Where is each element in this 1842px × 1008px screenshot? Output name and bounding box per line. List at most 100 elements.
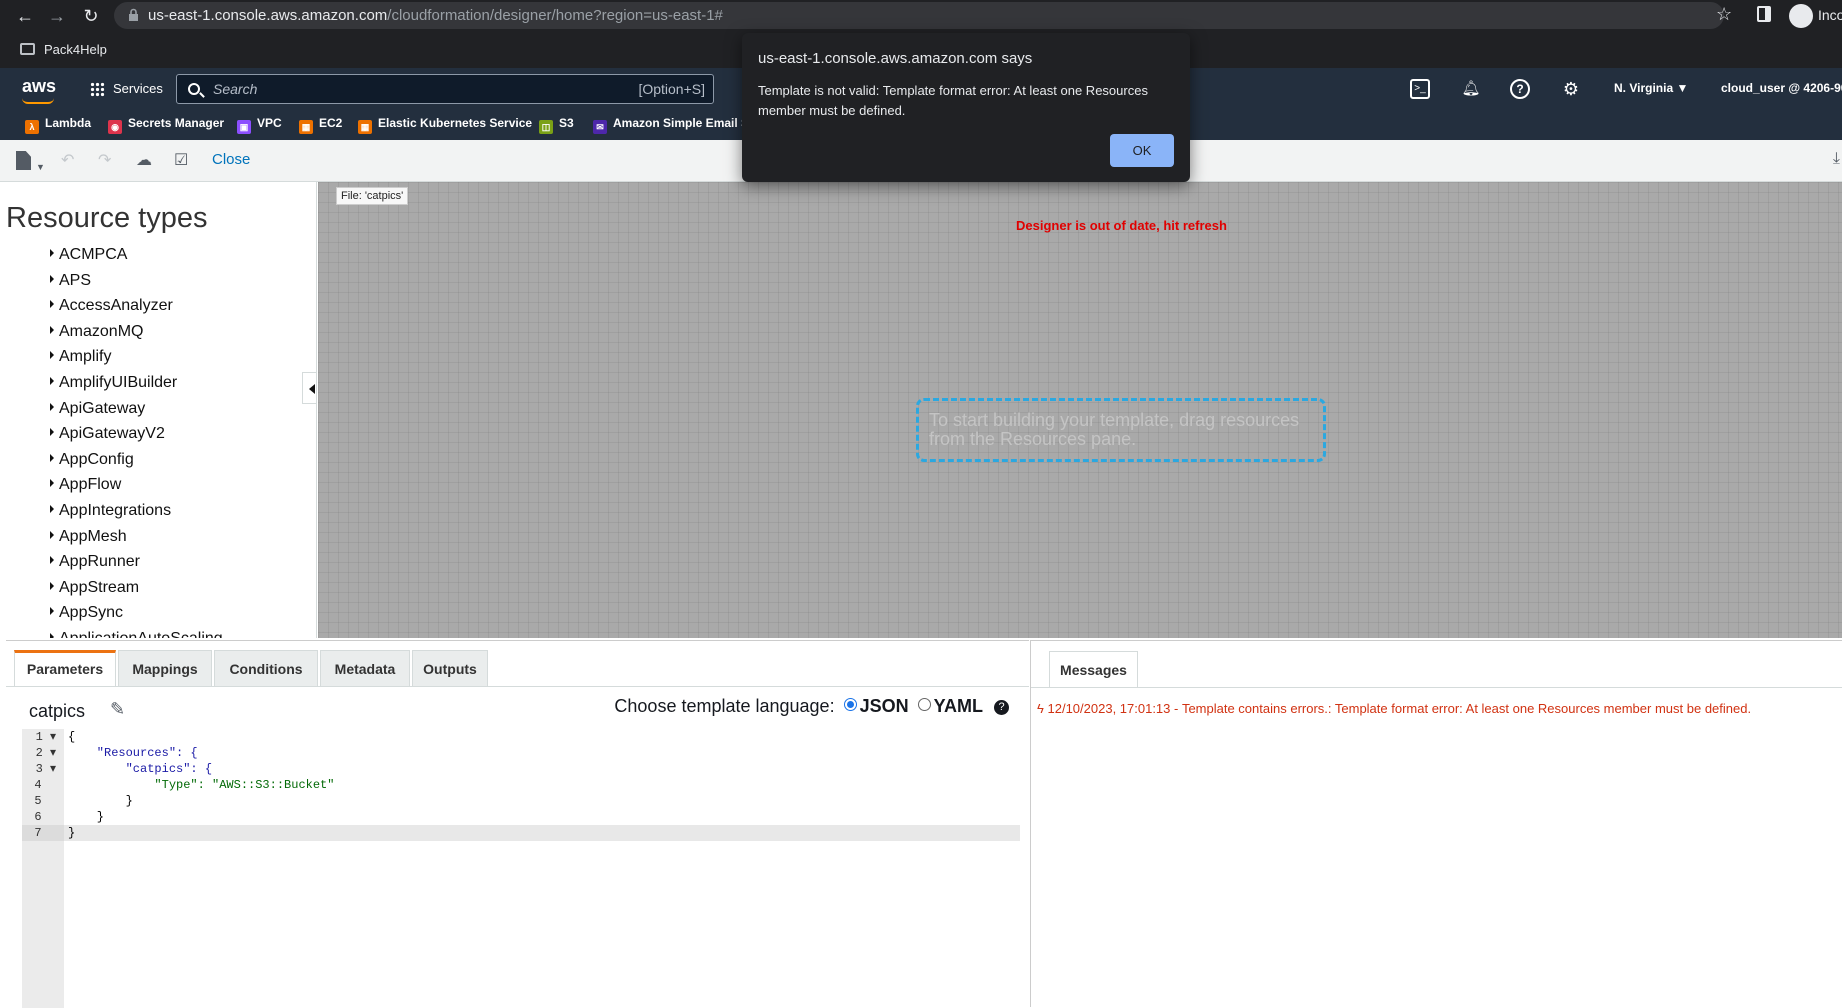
ok-button[interactable]: OK <box>1110 134 1174 167</box>
incognito-icon[interactable] <box>1789 4 1813 28</box>
side-panel-icon[interactable] <box>1757 6 1771 22</box>
redo-icon[interactable]: ↷ <box>98 150 111 172</box>
resource-type-item[interactable]: ApiGateway <box>50 400 223 426</box>
bookmark-star-icon[interactable]: ☆ <box>1716 4 1732 25</box>
designer-canvas[interactable]: File: 'catpics' Designer is out of date,… <box>318 182 1842 825</box>
shortcut-ec2[interactable]: ▦ EC2 <box>299 116 342 134</box>
shortcut-ses[interactable]: ✉ Amazon Simple Email S <box>593 116 749 134</box>
reload-icon[interactable]: ↻ <box>80 5 102 27</box>
yaml-radio[interactable] <box>917 698 931 711</box>
services-grid-icon[interactable] <box>90 82 105 97</box>
tab-mappings[interactable]: Mappings <box>118 650 212 687</box>
caret-right-icon <box>50 632 54 638</box>
template-language-chooser: Choose template language: JSON YAML ? <box>614 696 1009 717</box>
json-label[interactable]: JSON <box>860 696 909 716</box>
resource-type-item[interactable]: AppConfig <box>50 451 223 477</box>
cloudshell-icon[interactable]: >_ <box>1410 79 1430 99</box>
account-menu[interactable]: cloud_user @ 4206-90 <box>1721 81 1842 95</box>
resource-type-label: AppIntegrations <box>59 501 172 519</box>
lambda-icon: λ <box>25 120 39 134</box>
url-path: /cloudformation/designer/home?region=us-… <box>387 7 723 24</box>
tab-metadata[interactable]: Metadata <box>320 650 410 687</box>
code-lines[interactable]: { "Resources": { "catpics": { "Type": "A… <box>64 729 1020 841</box>
shortcut-s3[interactable]: ◫ S3 <box>539 116 574 134</box>
resource-types-pane: Resource types ACMPCA APS AccessAnalyzer… <box>6 182 317 638</box>
resource-type-item[interactable]: AmplifyUIBuilder <box>50 374 223 400</box>
resource-type-item[interactable]: AppStream <box>50 579 223 605</box>
shortcut-label: Lambda <box>45 116 92 130</box>
resource-type-label: ApiGatewayV2 <box>59 425 165 443</box>
tab-outputs[interactable]: Outputs <box>412 650 488 687</box>
create-stack-cloud-icon[interactable]: ☁ <box>136 150 152 172</box>
resource-type-item[interactable]: AppFlow <box>50 476 223 502</box>
resource-type-label: AmplifyUIBuilder <box>59 373 178 391</box>
line-number: 7 <box>22 825 64 841</box>
json-radio[interactable] <box>843 698 857 711</box>
download-icon[interactable]: ⤓ <box>1833 150 1840 168</box>
services-menu[interactable]: Services <box>113 81 163 96</box>
search-box[interactable]: [Option+S] <box>176 74 714 104</box>
resource-type-label: AccessAnalyzer <box>59 297 173 315</box>
resource-type-item[interactable]: AppMesh <box>50 528 223 554</box>
resource-type-item[interactable]: ACMPCA <box>50 246 223 272</box>
aws-logo[interactable]: aws <box>22 76 56 97</box>
ses-icon: ✉ <box>593 120 607 134</box>
region-selector[interactable]: N. Virginia ▼ <box>1614 81 1688 95</box>
template-name: catpics <box>29 701 86 721</box>
code-line: } <box>68 810 105 824</box>
help-circle-icon[interactable]: ? <box>994 700 1009 715</box>
alert-body: Template is not valid: Template format e… <box>758 83 1148 118</box>
search-input[interactable] <box>211 78 591 100</box>
vpc-icon: ▣ <box>237 120 251 134</box>
resource-type-item[interactable]: AppIntegrations <box>50 502 223 528</box>
tab-parameters[interactable]: Parameters <box>14 650 116 687</box>
resource-types-list: ACMPCA APS AccessAnalyzer AmazonMQ Ampli… <box>50 246 223 638</box>
error-message-text: 12/10/2023, 17:01:13 - Template contains… <box>1047 701 1752 716</box>
address-bar[interactable]: us-east-1.console.aws.amazon.com/cloudfo… <box>114 2 1724 29</box>
tab-divider <box>1031 687 1842 688</box>
caret-right-icon <box>50 581 54 590</box>
bell-icon[interactable]: 🔔︎ <box>1461 79 1481 99</box>
help-icon[interactable]: ? <box>1510 79 1530 99</box>
shortcut-eks[interactable]: ▦ Elastic Kubernetes Service <box>358 116 532 134</box>
validate-template-icon[interactable]: ☑ <box>174 150 188 172</box>
caret-right-icon <box>50 607 54 616</box>
resource-type-item[interactable]: Amplify <box>50 348 223 374</box>
gear-icon[interactable]: ⚙ <box>1561 79 1581 99</box>
resource-type-item[interactable]: ApplicationAutoScaling <box>50 630 223 638</box>
file-menu-icon[interactable] <box>16 151 31 170</box>
line-number: 4 <box>34 778 42 792</box>
resource-type-item[interactable]: AppRunner <box>50 553 223 579</box>
line-number: 5 <box>34 794 42 808</box>
url-host: us-east-1.console.aws.amazon.com <box>148 7 388 24</box>
yaml-label[interactable]: YAML <box>934 696 983 716</box>
tab-messages[interactable]: Messages <box>1049 651 1138 688</box>
code-editor[interactable]: 1 ▾ 2 ▾ 3 ▾ 4 5 6 7 { "Resources": { "ca… <box>22 729 1020 1008</box>
pencil-icon[interactable]: ✎ <box>110 699 125 720</box>
shortcut-vpc[interactable]: ▣ VPC <box>237 116 282 134</box>
caret-down-icon[interactable]: ▼ <box>36 156 45 178</box>
collapse-pane-button[interactable] <box>302 372 316 404</box>
caret-right-icon <box>50 300 54 309</box>
lightning-icon: ϟ <box>1037 701 1048 716</box>
close-link[interactable]: Close <box>212 151 250 168</box>
bookmark-pack4help[interactable]: Pack4Help <box>44 42 107 57</box>
search-icon <box>188 83 200 95</box>
caret-right-icon <box>50 556 54 565</box>
shortcut-lambda[interactable]: λ Lambda <box>25 116 91 134</box>
caret-right-icon <box>50 376 54 385</box>
shortcut-label: Secrets Manager <box>128 116 225 130</box>
shortcut-secrets-manager[interactable]: ◉ Secrets Manager <box>108 116 224 134</box>
tab-conditions[interactable]: Conditions <box>214 650 318 687</box>
line-number-gutter: 1 ▾ 2 ▾ 3 ▾ 4 5 6 7 <box>22 729 64 1008</box>
forward-arrow-icon[interactable]: → <box>46 5 68 27</box>
resource-type-item[interactable]: ApiGatewayV2 <box>50 425 223 451</box>
undo-icon[interactable]: ↶ <box>61 150 74 172</box>
shortcut-label: Amazon Simple Email S <box>613 116 750 130</box>
resource-type-item[interactable]: APS <box>50 272 223 298</box>
resource-type-item[interactable]: AppSync <box>50 604 223 630</box>
back-arrow-icon[interactable]: ← <box>14 5 36 27</box>
resource-type-item[interactable]: AmazonMQ <box>50 323 223 349</box>
tab-divider <box>6 686 1029 687</box>
resource-type-item[interactable]: AccessAnalyzer <box>50 297 223 323</box>
